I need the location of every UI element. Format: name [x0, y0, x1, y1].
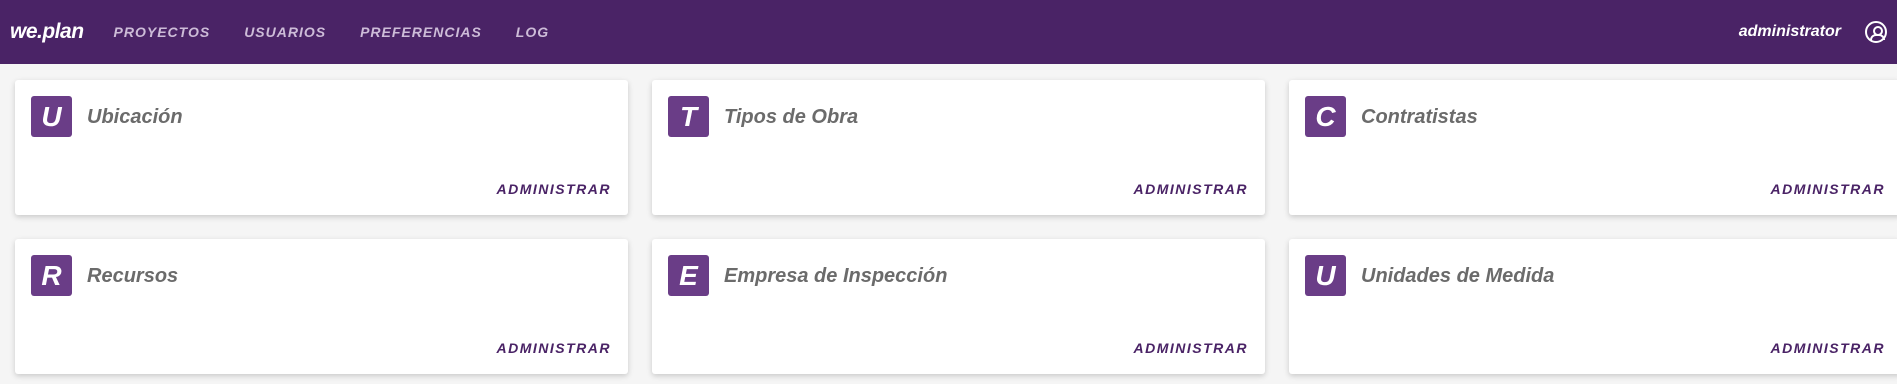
card-letter-avatar: T	[668, 96, 709, 137]
card-title: Ubicación	[87, 106, 183, 128]
card-empresa-de-inspeccion: E Empresa de Inspección ADMINISTRAR	[652, 239, 1265, 374]
card-letter-avatar: R	[31, 255, 72, 296]
card-letter-avatar: E	[668, 255, 709, 296]
account-circle-icon[interactable]	[1865, 21, 1887, 43]
card-title: Empresa de Inspección	[724, 265, 948, 287]
administrar-button[interactable]: ADMINISTRAR	[497, 340, 612, 356]
username-label[interactable]: administrator	[1739, 23, 1841, 41]
card-ubicacion: U Ubicación ADMINISTRAR	[15, 80, 628, 215]
administrar-button[interactable]: ADMINISTRAR	[497, 181, 612, 197]
nav-preferencias[interactable]: PREFERENCIAS	[360, 24, 482, 40]
card-title: Recursos	[87, 265, 179, 287]
brand-logo[interactable]: we.plan	[10, 20, 84, 44]
card-letter-avatar: U	[1305, 255, 1346, 296]
card-title: Unidades de Medida	[1361, 265, 1555, 287]
card-title: Contratistas	[1361, 106, 1478, 128]
card-title: Tipos de Obra	[724, 106, 859, 128]
top-app-bar: we.plan PROYECTOS USUARIOS PREFERENCIAS …	[0, 0, 1897, 64]
card-contratistas: C Contratistas ADMINISTRAR	[1289, 80, 1897, 215]
card-letter-avatar: C	[1305, 96, 1346, 137]
administrar-button[interactable]: ADMINISTRAR	[1771, 181, 1886, 197]
main-nav: PROYECTOS USUARIOS PREFERENCIAS LOG	[114, 24, 550, 40]
card-letter-avatar: U	[31, 96, 72, 137]
nav-usuarios[interactable]: USUARIOS	[244, 24, 326, 40]
card-recursos: R Recursos ADMINISTRAR	[15, 239, 628, 374]
card-unidades-de-medida: U Unidades de Medida ADMINISTRAR	[1289, 239, 1897, 374]
card-tipos-de-obra: T Tipos de Obra ADMINISTRAR	[652, 80, 1265, 215]
administrar-button[interactable]: ADMINISTRAR	[1134, 181, 1249, 197]
catalog-grid: U Ubicación ADMINISTRAR T Tipos de Obra …	[0, 64, 1897, 374]
nav-proyectos[interactable]: PROYECTOS	[114, 24, 211, 40]
administrar-button[interactable]: ADMINISTRAR	[1771, 340, 1886, 356]
administrar-button[interactable]: ADMINISTRAR	[1134, 340, 1249, 356]
nav-log[interactable]: LOG	[516, 24, 549, 40]
